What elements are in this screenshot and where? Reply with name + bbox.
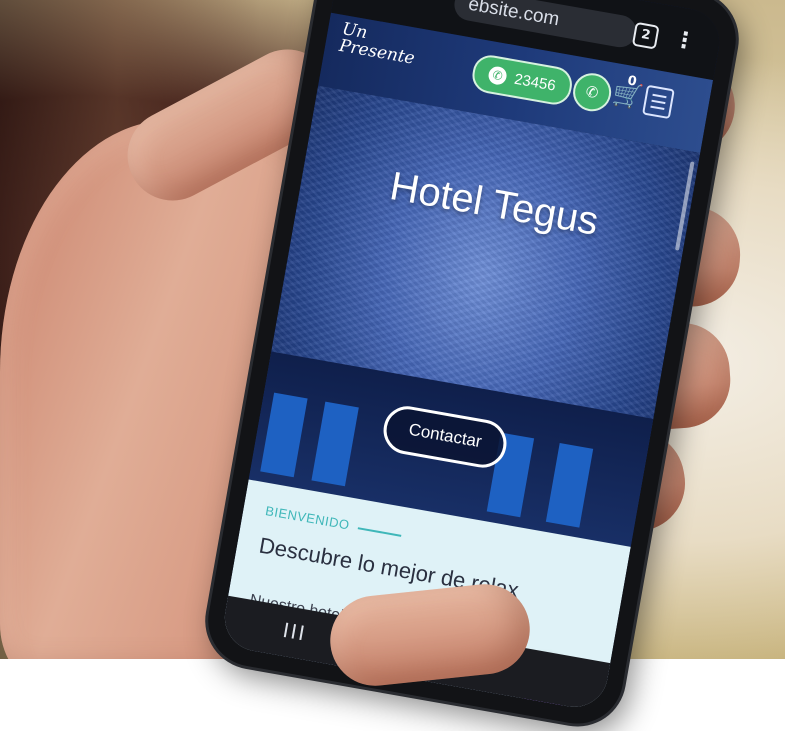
pillar xyxy=(545,442,594,528)
phone-number: 23456 xyxy=(512,70,558,95)
kicker-underline xyxy=(357,527,402,537)
browser-menu-icon[interactable]: ⋮ xyxy=(671,27,697,55)
cart-icon[interactable]: 🛒 xyxy=(611,79,645,112)
recent-apps-icon[interactable]: III xyxy=(281,618,309,646)
menu-icon[interactable] xyxy=(642,84,675,120)
tab-switcher-button[interactable]: 2 xyxy=(631,21,660,50)
whatsapp-icon[interactable]: ✆ xyxy=(570,70,615,115)
call-button[interactable]: ✆ 23456 xyxy=(469,52,575,108)
hero-section: Hotel Tegus Contactar xyxy=(248,85,701,547)
welcome-kicker: BIENVENIDO xyxy=(264,503,351,533)
phone-icon: ✆ xyxy=(487,65,509,87)
pillar xyxy=(311,401,359,487)
pillar xyxy=(260,392,308,478)
site-logo[interactable]: Un Presente xyxy=(338,19,423,69)
